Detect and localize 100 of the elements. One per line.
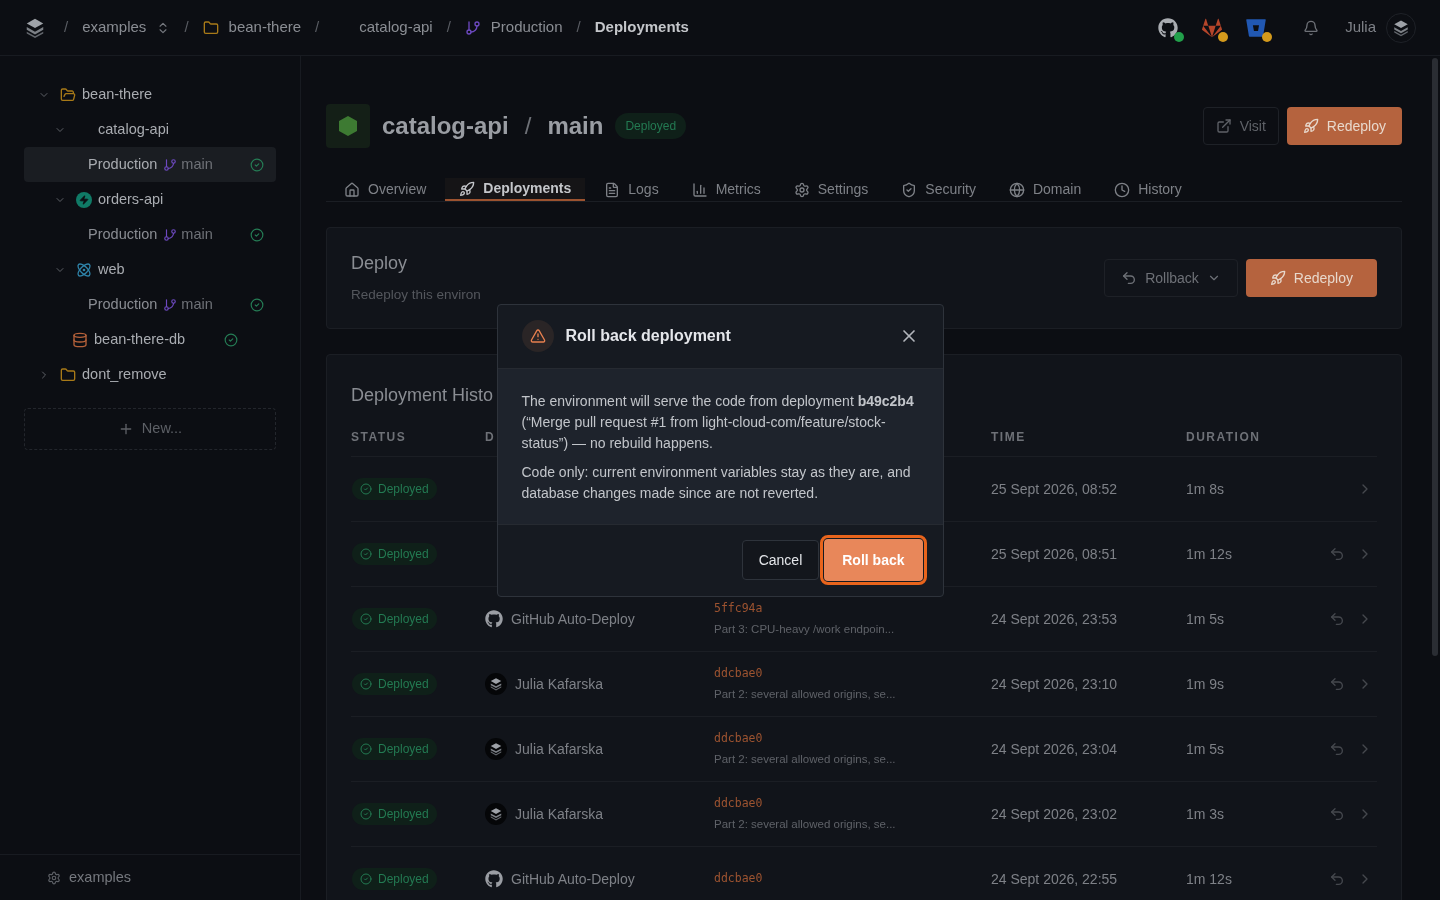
column-header: TIME bbox=[991, 429, 1026, 444]
tab[interactable]: Metrics bbox=[677, 178, 775, 201]
tab[interactable]: History bbox=[1100, 178, 1196, 201]
status-badge: Deployed bbox=[352, 607, 437, 630]
status-badge: Deployed bbox=[352, 672, 437, 695]
rollback-icon[interactable] bbox=[1329, 871, 1345, 887]
rollback-icon[interactable] bbox=[1329, 546, 1345, 562]
user-name[interactable]: Julia bbox=[1345, 16, 1376, 39]
new-button[interactable]: New... bbox=[24, 408, 276, 450]
environment-label: Production bbox=[88, 294, 158, 314]
branch-title: main bbox=[547, 111, 604, 141]
breadcrumb-link[interactable]: Deployments bbox=[594, 16, 689, 39]
rollback-icon[interactable] bbox=[1329, 611, 1345, 627]
deployer-name: GitHub Auto-Deploy bbox=[511, 869, 635, 889]
cancel-button[interactable]: Cancel bbox=[741, 540, 820, 580]
external-link-icon bbox=[1215, 118, 1232, 134]
redeploy-button[interactable]: Redeploy bbox=[1286, 107, 1402, 145]
check-icon bbox=[360, 482, 372, 495]
tree-item[interactable]: web bbox=[24, 252, 276, 287]
commit-message: Part 3: CPU-heavy /work endpoin... bbox=[714, 622, 895, 637]
tab[interactable]: Overview bbox=[330, 178, 441, 201]
branch-label: main bbox=[181, 294, 213, 314]
service-icon bbox=[326, 104, 370, 148]
tree-item[interactable]: orders-api bbox=[24, 182, 276, 217]
redeploy-button[interactable]: Redeploy bbox=[1245, 259, 1377, 297]
rocket-icon bbox=[1269, 270, 1286, 286]
deploy-duration: 1m 12s bbox=[1186, 545, 1232, 562]
scrollbar[interactable] bbox=[1432, 58, 1438, 656]
github-icon bbox=[485, 870, 503, 888]
commit-hash[interactable]: ddcbae0 bbox=[714, 794, 763, 812]
tab[interactable]: Logs bbox=[590, 178, 673, 201]
deploy-time: 24 Sept 2026, 22:55 bbox=[991, 870, 1118, 887]
deploy-time: 25 Sept 2026, 08:52 bbox=[991, 480, 1118, 497]
branch-label: main bbox=[181, 224, 213, 244]
notification-icon[interactable] bbox=[1303, 19, 1320, 36]
deployer-name: GitHub Auto-Deploy bbox=[511, 609, 635, 629]
rollback-dropdown[interactable]: Rollback bbox=[1104, 259, 1238, 297]
commit-hash[interactable]: ddcbae0 bbox=[714, 664, 763, 682]
branch-icon bbox=[163, 227, 178, 242]
bolt-icon bbox=[76, 191, 92, 208]
commit-hash[interactable]: 5ffc94a bbox=[714, 599, 763, 617]
tree-item[interactable]: dont_remove bbox=[24, 357, 276, 392]
tree-label: catalog-api bbox=[98, 119, 169, 139]
environment-item[interactable]: Production main bbox=[24, 287, 276, 322]
visit-button[interactable]: Visit bbox=[1202, 107, 1279, 145]
branch-label: main bbox=[181, 154, 213, 174]
status-badge: Deployed bbox=[352, 737, 437, 760]
deploy-time: 24 Sept 2026, 23:10 bbox=[991, 675, 1118, 692]
commit-hash[interactable]: ddcbae0 bbox=[714, 729, 763, 747]
folder-icon bbox=[60, 86, 76, 103]
environment-item[interactable]: Production main bbox=[24, 147, 276, 182]
column-header: DURATION bbox=[1186, 428, 1261, 446]
tree-label: web bbox=[98, 259, 125, 279]
deployer-name: Julia Kafarska bbox=[515, 674, 603, 694]
logo-icon bbox=[1392, 18, 1410, 37]
deploy-duration: 1m 3s bbox=[1186, 805, 1225, 822]
settings-icon bbox=[793, 181, 810, 198]
deploy-duration: 1m 5s bbox=[1186, 740, 1225, 757]
tree-item[interactable]: catalog-api bbox=[24, 112, 276, 147]
breadcrumb-link[interactable]: examples bbox=[82, 16, 147, 39]
deploy-time: 24 Sept 2026, 23:02 bbox=[991, 805, 1118, 822]
card-title: Deploy bbox=[351, 252, 408, 276]
deploy-duration: 1m 5s bbox=[1186, 610, 1225, 627]
breadcrumb-separator: / bbox=[184, 17, 189, 38]
rollback-icon[interactable] bbox=[1329, 741, 1345, 757]
breadcrumb-link[interactable]: catalog-api bbox=[359, 16, 433, 39]
status-badge: Deployed bbox=[352, 802, 437, 825]
commit-message: Part 2: several allowed origins, se... bbox=[714, 752, 896, 767]
tab[interactable]: Settings bbox=[779, 178, 883, 201]
deployer-name: Julia Kafarska bbox=[515, 804, 603, 824]
service-title: catalog-api bbox=[382, 111, 509, 141]
rollback-icon[interactable] bbox=[1329, 676, 1345, 692]
card-subtitle: Redeploy this environ bbox=[351, 286, 481, 305]
breadcrumb-separator: / bbox=[64, 17, 69, 38]
deploy-time: 24 Sept 2026, 23:53 bbox=[991, 610, 1118, 627]
deploy-time: 24 Sept 2026, 23:04 bbox=[991, 740, 1118, 757]
dialog-title: Roll back deployment bbox=[565, 326, 731, 346]
breadcrumb-link[interactable]: Production bbox=[490, 16, 563, 39]
breadcrumb-link[interactable]: bean-there bbox=[228, 16, 302, 39]
deploy-duration: 1m 12s bbox=[1186, 870, 1232, 887]
clock-icon bbox=[1114, 181, 1131, 198]
rollback-icon[interactable] bbox=[1329, 806, 1345, 822]
deployed-badge: Deployed bbox=[615, 113, 687, 139]
tab[interactable]: Security bbox=[887, 178, 990, 201]
rocket-icon bbox=[459, 180, 476, 197]
tab[interactable]: Deployments bbox=[445, 178, 586, 201]
warning-icon bbox=[529, 328, 546, 344]
github-icon bbox=[485, 610, 503, 628]
environment-label: Production bbox=[88, 224, 158, 244]
database-icon bbox=[72, 331, 88, 348]
tab[interactable]: Domain bbox=[994, 178, 1096, 201]
tree-item[interactable]: bean-there bbox=[24, 77, 276, 112]
commit-hash[interactable]: ddcbae0 bbox=[714, 870, 763, 888]
bar-chart-icon bbox=[691, 181, 708, 198]
tree-label: dont_remove bbox=[82, 364, 167, 384]
settings-icon[interactable] bbox=[47, 870, 61, 885]
environment-item[interactable]: Production main bbox=[24, 217, 276, 252]
workspace-label[interactable]: examples bbox=[69, 866, 132, 889]
tree-label: bean-there-db bbox=[94, 329, 186, 349]
tree-item[interactable]: bean-there-db bbox=[24, 322, 276, 357]
